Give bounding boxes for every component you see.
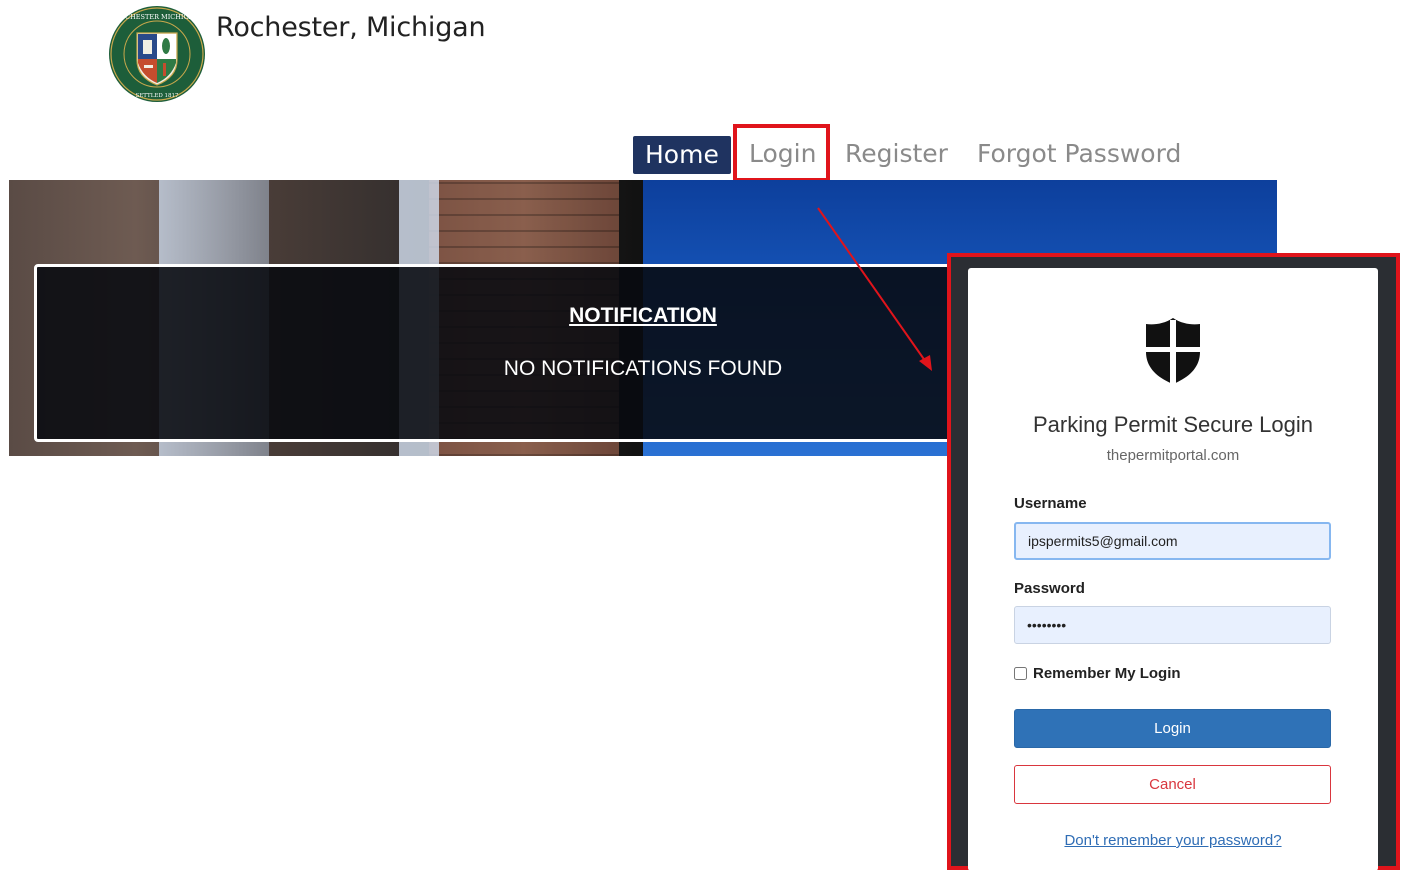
notification-message: NO NOTIFICATIONS FOUND [503, 357, 783, 380]
nav-home[interactable]: Home [633, 136, 731, 174]
nav-register[interactable]: Register [833, 133, 960, 175]
notification-content: NOTIFICATION NO NOTIFICATIONS FOUND [34, 264, 946, 442]
site-title: Rochester, Michigan [216, 12, 486, 43]
nav-forgot-password[interactable]: Forgot Password [965, 133, 1193, 175]
remember-login-row: Remember My Login [1014, 665, 1181, 682]
svg-text:SETTLED 1817: SETTLED 1817 [135, 93, 179, 99]
shield-icon [1146, 318, 1200, 384]
nav-login[interactable]: Login [737, 133, 828, 175]
username-label: Username [1014, 495, 1087, 512]
notification-title: NOTIFICATION [569, 304, 717, 327]
remember-login-label[interactable]: Remember My Login [1033, 665, 1181, 682]
username-input[interactable] [1014, 522, 1331, 560]
login-subtitle: thepermitportal.com [1106, 447, 1240, 464]
callout-arrow [817, 207, 932, 371]
password-input[interactable] [1014, 606, 1331, 644]
svg-text:ROCHESTER MICHIGAN: ROCHESTER MICHIGAN [115, 13, 199, 21]
cancel-button[interactable]: Cancel [1014, 765, 1331, 804]
rochester-seal-logo[interactable]: ROCHESTER MICHIGAN SETTLED 1817 [108, 5, 206, 103]
login-button[interactable]: Login [1014, 709, 1331, 748]
remember-login-checkbox[interactable] [1014, 667, 1027, 680]
main-nav: Home Login Register Forgot Password [0, 133, 1403, 179]
login-title: Parking Permit Secure Login [1032, 412, 1314, 437]
forgot-password-link[interactable]: Don't remember your password? [968, 832, 1378, 849]
password-label: Password [1014, 580, 1085, 597]
